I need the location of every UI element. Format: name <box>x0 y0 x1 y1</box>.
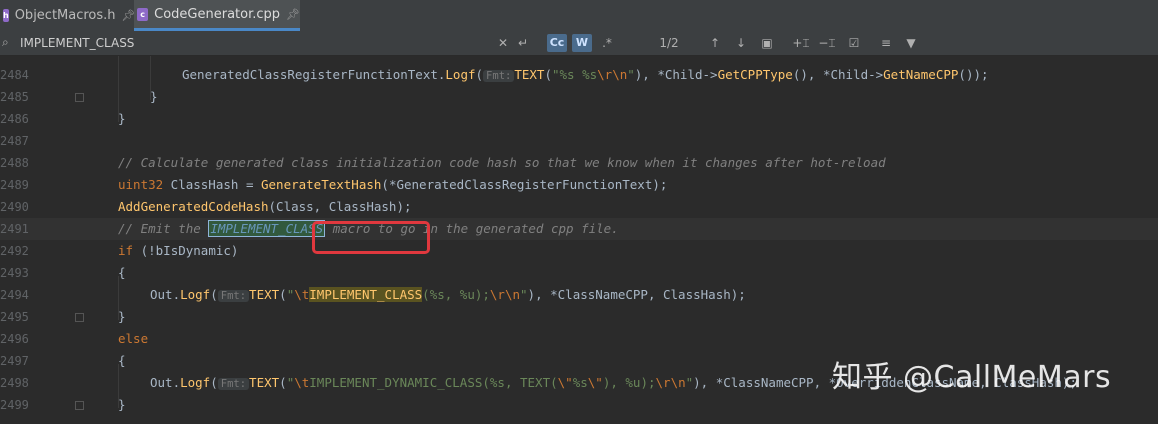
code-line[interactable]: 2495 } <box>0 306 1158 328</box>
code-line[interactable]: 2487 <box>0 130 1158 152</box>
code-line[interactable]: 2496 else <box>0 328 1158 350</box>
code-line[interactable]: 2484 GeneratedClassRegisterFunctionText.… <box>0 64 1158 86</box>
line-number: 2499 <box>0 398 29 412</box>
code-line-current[interactable]: 2491 // Emit the IMPLEMENT_CLASS macro t… <box>0 218 1158 240</box>
toggle-selection-icon[interactable]: ☑ <box>845 34 863 52</box>
code-line[interactable]: 2486 } <box>0 108 1158 130</box>
code-text: AddGeneratedCodeHash(Class, ClassHash); <box>118 199 412 214</box>
editor-tab-bar: h ObjectMacros.h 📌︎ c CodeGenerator.cpp … <box>0 0 1158 32</box>
whole-words-toggle[interactable]: W <box>572 34 592 52</box>
arrow-up-icon[interactable]: ↑ <box>707 34 723 52</box>
line-number: 2492 <box>0 244 29 258</box>
code-line[interactable]: 2494 Out.Logf(Fmt: TEXT("\tIMPLEMENT_CLAS… <box>0 284 1158 306</box>
multiline-icon[interactable]: ≡ <box>878 34 894 52</box>
parameter-hint: Fmt: <box>217 290 250 302</box>
search-input[interactable]: IMPLEMENT_CLASS <box>20 36 134 50</box>
code-line[interactable]: 2488 // Calculate generated class initia… <box>0 152 1158 174</box>
fold-marker-icon[interactable] <box>75 93 84 102</box>
pin-icon[interactable]: 📌︎ <box>286 8 300 21</box>
code-text: } <box>118 309 126 324</box>
code-text: } <box>150 89 158 104</box>
line-number: 2487 <box>0 134 29 148</box>
find-bar: ⌕ IMPLEMENT_CLASS ✕ ↵ Cc W .* 1/2 ↑ ↓ ▣ … <box>0 31 1158 56</box>
fold-marker-icon[interactable] <box>75 313 84 322</box>
match-count: 1/2 <box>659 36 679 50</box>
code-text: } <box>118 397 126 412</box>
code-line[interactable]: 2493 { <box>0 262 1158 284</box>
line-number: 2497 <box>0 354 29 368</box>
line-number: 2484 <box>0 68 29 82</box>
tab-label: CodeGenerator.cpp <box>154 6 281 22</box>
code-line[interactable]: 2499 } <box>0 394 1158 416</box>
code-text: if (!bIsDynamic) <box>118 243 239 258</box>
code-line[interactable]: 2490 AddGeneratedCodeHash(Class, ClassHa… <box>0 196 1158 218</box>
code-text: { <box>118 265 126 280</box>
header-file-icon: h <box>3 9 9 22</box>
line-number: 2486 <box>0 112 29 126</box>
line-number: 2485 <box>0 90 29 104</box>
parameter-hint: Fmt: <box>483 70 515 82</box>
line-number: 2491 <box>0 222 29 236</box>
tab-label: ObjectMacros.h <box>14 8 116 23</box>
code-line[interactable]: 2492 if (!bIsDynamic) <box>0 240 1158 262</box>
tab-codegenerator[interactable]: c CodeGenerator.cpp 📌︎ <box>134 0 300 31</box>
code-line[interactable]: 2485 } <box>0 86 1158 108</box>
parameter-hint: Fmt: <box>217 378 250 390</box>
filter-icon[interactable]: ▼ <box>903 34 919 52</box>
line-number: 2489 <box>0 178 29 192</box>
undo-icon[interactable]: ↵ <box>516 34 530 52</box>
line-number: 2493 <box>0 266 29 280</box>
search-match-highlight: IMPLEMENT_CLASS <box>309 287 423 302</box>
regex-toggle[interactable]: .* <box>597 34 617 52</box>
select-all-icon[interactable]: ▣ <box>759 34 775 52</box>
watermark: 知乎 @CallMeMars <box>832 360 1112 395</box>
remove-selection-icon[interactable]: −⌶ <box>818 34 836 52</box>
close-icon[interactable]: ✕ <box>496 34 510 52</box>
code-line[interactable]: 2489 uint32 ClassHash = GenerateTextHash… <box>0 174 1158 196</box>
line-number: 2488 <box>0 156 29 170</box>
code-text: uint32 ClassHash = GenerateTextHash(*Gen… <box>118 177 668 192</box>
arrow-down-icon[interactable]: ↓ <box>733 34 749 52</box>
match-case-toggle[interactable]: Cc <box>547 34 567 52</box>
fold-marker-icon[interactable] <box>75 401 84 410</box>
code-text: { <box>118 353 126 368</box>
code-text: } <box>118 111 126 126</box>
search-match-highlight: IMPLEMENT_CLASS <box>208 220 326 237</box>
tab-objectmacros[interactable]: h ObjectMacros.h 📌︎ <box>0 0 136 31</box>
code-keyword: else <box>118 331 149 346</box>
line-number: 2496 <box>0 332 29 346</box>
code-comment: // Calculate generated class initializat… <box>118 155 886 170</box>
search-icon[interactable]: ⌕ <box>2 35 9 50</box>
line-number: 2494 <box>0 288 29 302</box>
code-text: GeneratedClassRegisterFunctionText.Logf(… <box>182 67 989 82</box>
add-selection-icon[interactable]: +⌶ <box>792 34 810 52</box>
line-number: 2490 <box>0 200 29 214</box>
annotation-highlight-box <box>312 221 430 254</box>
code-text: Out.Logf(Fmt: TEXT("\tIMPLEMENT_CLASS(%s,… <box>150 287 746 302</box>
cpp-file-icon: c <box>137 7 149 21</box>
line-number: 2498 <box>0 376 29 390</box>
line-number: 2495 <box>0 310 29 324</box>
